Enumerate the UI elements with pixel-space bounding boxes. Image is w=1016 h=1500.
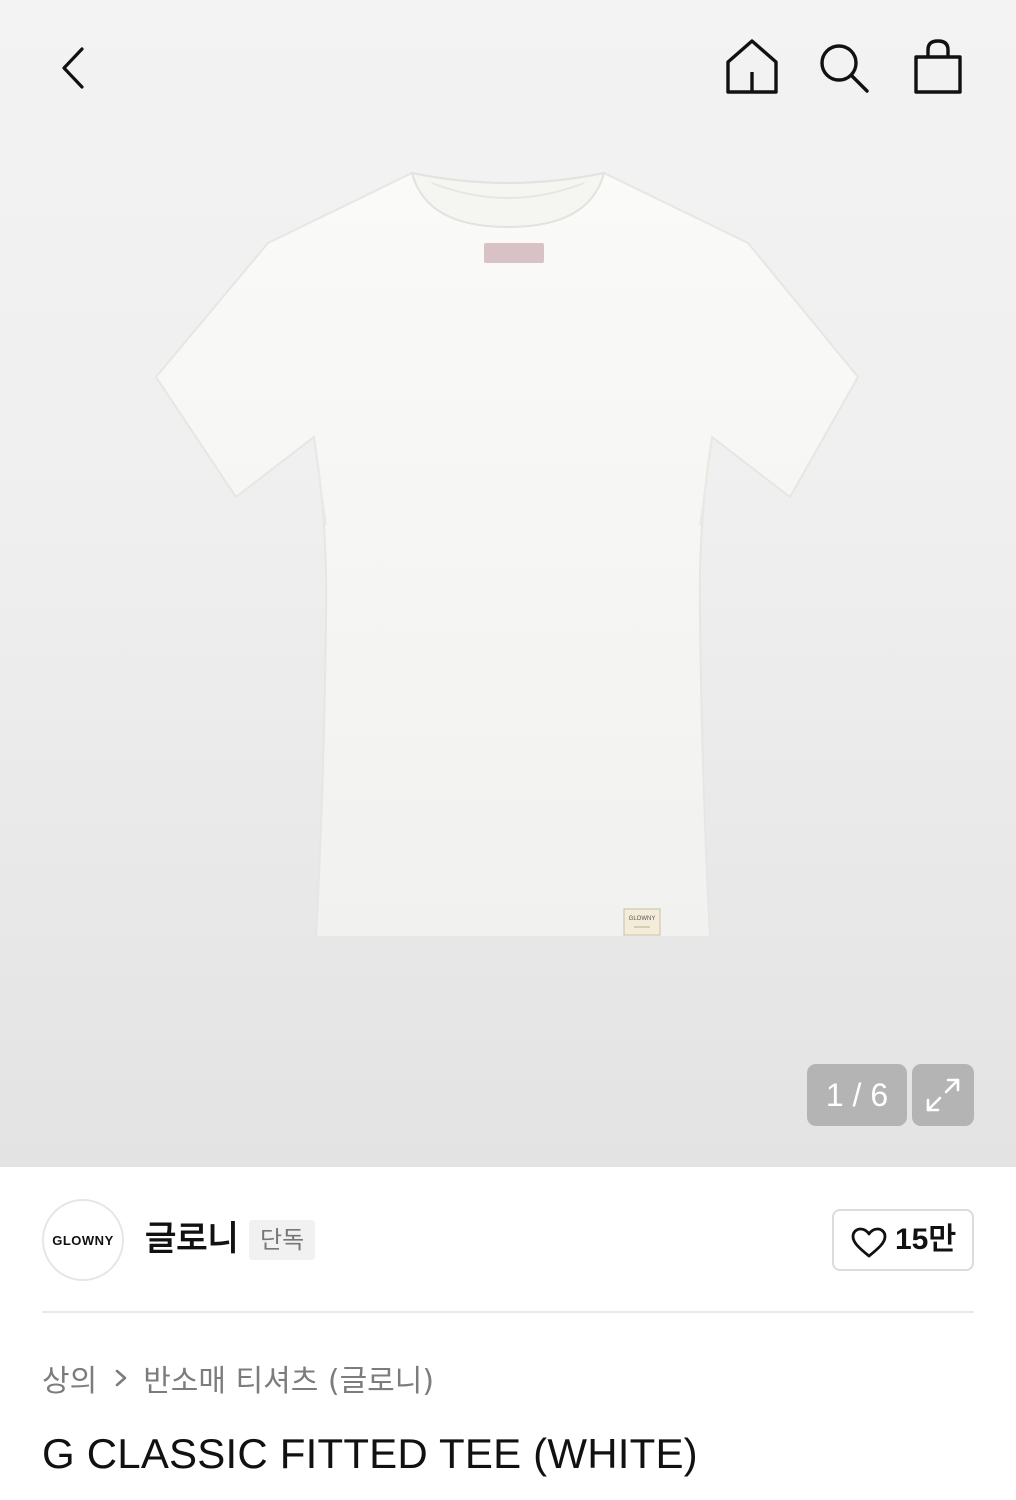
chevron-left-icon[interactable] (50, 40, 100, 96)
breadcrumb-category[interactable]: 상의 (42, 1356, 97, 1400)
shopping-bag-icon[interactable] (908, 36, 968, 98)
brand-logo[interactable]: GLOWNY (42, 1199, 124, 1281)
product-image[interactable]: GLOWNY (150, 165, 866, 945)
exclusive-badge: 단독 (249, 1220, 316, 1260)
brand-logo-text: GLOWNY (52, 1232, 114, 1248)
hem-tag-label: GLOWNY (629, 916, 656, 922)
expand-icon (926, 1078, 960, 1112)
expand-button[interactable] (912, 1064, 974, 1126)
brand-row: GLOWNY 글로니 단독 15만 (0, 1167, 1016, 1313)
product-gallery[interactable]: GLOWNY 1 / 6 (0, 0, 1016, 1167)
chevron-right-icon (115, 1369, 127, 1387)
like-button[interactable]: 15만 (832, 1209, 974, 1271)
product-title: G CLASSIC FITTED TEE (WHITE) (42, 1430, 698, 1477)
breadcrumb: 상의 반소매 티셔츠 (글로니) (42, 1356, 434, 1400)
divider (42, 1311, 974, 1313)
home-icon[interactable] (722, 36, 782, 98)
heart-icon (851, 1227, 887, 1258)
image-counter: 1 / 6 (807, 1064, 907, 1126)
breadcrumb-subcategory[interactable]: 반소매 티셔츠 (글로니) (143, 1356, 434, 1400)
brand-name-link[interactable]: 글로니 (145, 1217, 239, 1261)
like-count: 15만 (895, 1223, 956, 1256)
search-icon[interactable] (814, 38, 874, 98)
